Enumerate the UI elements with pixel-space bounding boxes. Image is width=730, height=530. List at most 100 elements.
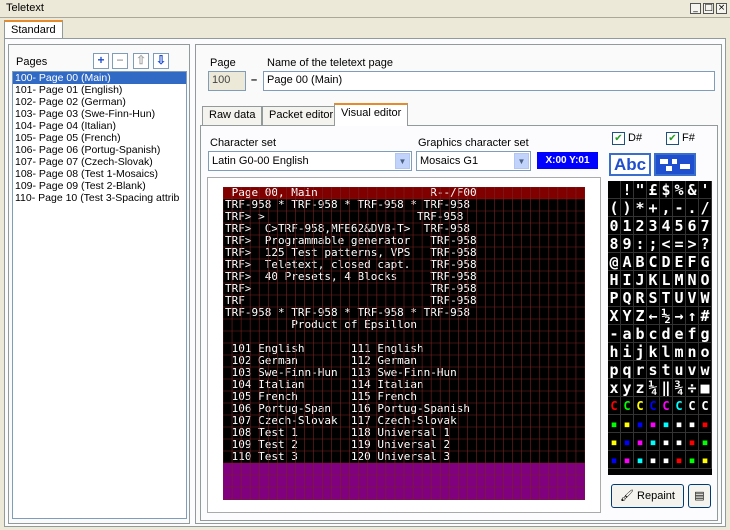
palette-char[interactable]: → [673, 307, 686, 325]
palette-char[interactable]: ? [699, 235, 712, 253]
palette-char[interactable]: V [686, 289, 699, 307]
palette-char[interactable]: q [621, 361, 634, 379]
palette-char[interactable]: x [608, 379, 621, 397]
palette-char[interactable]: I [621, 271, 634, 289]
text-mode-button[interactable]: Abc [609, 153, 651, 176]
palette-char[interactable]: ÷ [686, 379, 699, 397]
palette-control-code[interactable]: ▪ [686, 433, 699, 451]
tab-standard[interactable]: Standard [4, 20, 63, 39]
palette-char[interactable]: O [699, 271, 712, 289]
page-name-field[interactable]: Page 00 (Main) [263, 71, 715, 91]
palette-control-code[interactable]: ▪ [699, 433, 712, 451]
palette-char[interactable]: P [608, 289, 621, 307]
palette-char[interactable]: b [634, 325, 647, 343]
palette-char[interactable]: A [621, 253, 634, 271]
palette-char[interactable]: ) [621, 199, 634, 217]
palette-char[interactable]: e [673, 325, 686, 343]
palette-char[interactable] [608, 181, 621, 199]
move-down-button[interactable]: ⇩ [153, 53, 169, 69]
palette-control-code[interactable]: C [608, 397, 621, 415]
palette-char[interactable]: £ [647, 181, 660, 199]
palette-char[interactable]: W [699, 289, 712, 307]
palette-char[interactable]: K [647, 271, 660, 289]
remove-page-button[interactable]: − [112, 53, 128, 69]
tab-raw-data[interactable]: Raw data [202, 106, 263, 126]
palette-char[interactable]: 4 [660, 217, 673, 235]
teletext-page-canvas[interactable]: Page 00, Main R--/F00 TRF-958 * TRF-958 *… [223, 187, 585, 500]
palette-char[interactable]: ¾ [673, 379, 686, 397]
palette-char[interactable]: F [686, 253, 699, 271]
palette-char[interactable]: # [699, 307, 712, 325]
palette-char[interactable]: $ [660, 181, 673, 199]
palette-control-code[interactable]: ▪ [621, 451, 634, 469]
palette-char[interactable]: 8 [608, 235, 621, 253]
palette-char[interactable]: y [621, 379, 634, 397]
palette-control-code[interactable]: ▪ [647, 451, 660, 469]
palette-control-code[interactable]: ▪ [647, 433, 660, 451]
character-palette[interactable]: ! " £ $% & '() * +, -./0 1 2 3 4 5 6 7 8 9:; < = >? @ A B C D E F G H… [608, 181, 712, 475]
palette-char[interactable]: < [660, 235, 673, 253]
page-list-item[interactable]: 101- Page 01 (English) [13, 84, 186, 96]
page-list-item[interactable]: 106- Page 06 (Portug-Spanish) [13, 144, 186, 156]
palette-char[interactable]: f [686, 325, 699, 343]
pages-list[interactable]: 100- Page 00 (Main) 101- Page 01 (English… [12, 71, 187, 519]
d-hash-checkbox[interactable]: ✔ [612, 132, 625, 145]
maximize-icon[interactable]: □ [703, 3, 714, 14]
palette-control-code[interactable]: ▪ [699, 415, 712, 433]
palette-char[interactable]: 0 [608, 217, 621, 235]
palette-control-code[interactable]: ▪ [660, 415, 673, 433]
palette-control-code[interactable]: ▪ [647, 415, 660, 433]
palette-char[interactable]: = [673, 235, 686, 253]
palette-char[interactable]: L [660, 271, 673, 289]
palette-char[interactable]: 3 [647, 217, 660, 235]
palette-char[interactable]: u [673, 361, 686, 379]
page-list-item[interactable]: 105- Page 05 (French) [13, 132, 186, 144]
palette-char[interactable]: l [660, 343, 673, 361]
palette-char[interactable]: U [673, 289, 686, 307]
preview-window-button[interactable]: ▤ [688, 484, 711, 508]
palette-char[interactable]: . [686, 199, 699, 217]
palette-char[interactable]: H [608, 271, 621, 289]
palette-char[interactable]: ← [647, 307, 660, 325]
palette-char[interactable]: 1 [621, 217, 634, 235]
palette-char[interactable]: G [699, 253, 712, 271]
palette-char[interactable]: p [608, 361, 621, 379]
palette-char[interactable]: Z [634, 307, 647, 325]
palette-char[interactable]: 6 [686, 217, 699, 235]
palette-control-code[interactable]: ▪ [686, 415, 699, 433]
palette-char[interactable]: i [621, 343, 634, 361]
palette-char[interactable]: ! [621, 181, 634, 199]
page-list-item[interactable]: 110- Page 10 (Test 3-Spacing attrib [13, 192, 186, 204]
palette-char[interactable]: E [673, 253, 686, 271]
palette-char[interactable]: > [686, 235, 699, 253]
palette-char[interactable]: w [699, 361, 712, 379]
page-list-item[interactable]: 109- Page 09 (Test 2-Blank) [13, 180, 186, 192]
palette-char[interactable]: C [647, 253, 660, 271]
palette-char[interactable]: Y [621, 307, 634, 325]
palette-char[interactable]: ‖ [660, 379, 673, 397]
gcharset-select[interactable]: Mosaics G1 ▼ [416, 151, 531, 171]
minimize-icon[interactable]: _ [690, 3, 701, 14]
graphics-mode-button[interactable] [654, 153, 696, 176]
page-list-item[interactable]: 103- Page 03 (Swe-Finn-Hun) [13, 108, 186, 120]
palette-char[interactable]: , [660, 199, 673, 217]
palette-char[interactable]: n [686, 343, 699, 361]
palette-char[interactable]: M [673, 271, 686, 289]
palette-char[interactable]: : [634, 235, 647, 253]
palette-control-code[interactable]: ▪ [621, 433, 634, 451]
palette-control-code[interactable]: ▪ [608, 433, 621, 451]
palette-char[interactable]: - [673, 199, 686, 217]
palette-char[interactable]: z [634, 379, 647, 397]
palette-char[interactable]: * [634, 199, 647, 217]
palette-char[interactable]: / [699, 199, 712, 217]
palette-char[interactable]: " [634, 181, 647, 199]
palette-control-code[interactable]: ▪ [673, 433, 686, 451]
page-list-item[interactable]: 102- Page 02 (German) [13, 96, 186, 108]
palette-control-code[interactable]: ▪ [621, 415, 634, 433]
palette-control-code[interactable]: ▪ [660, 451, 673, 469]
palette-control-code[interactable]: C [660, 397, 673, 415]
palette-char[interactable]: N [686, 271, 699, 289]
palette-char[interactable]: B [634, 253, 647, 271]
palette-char[interactable]: ■ [699, 379, 712, 397]
page-list-item[interactable]: 104- Page 04 (Italian) [13, 120, 186, 132]
